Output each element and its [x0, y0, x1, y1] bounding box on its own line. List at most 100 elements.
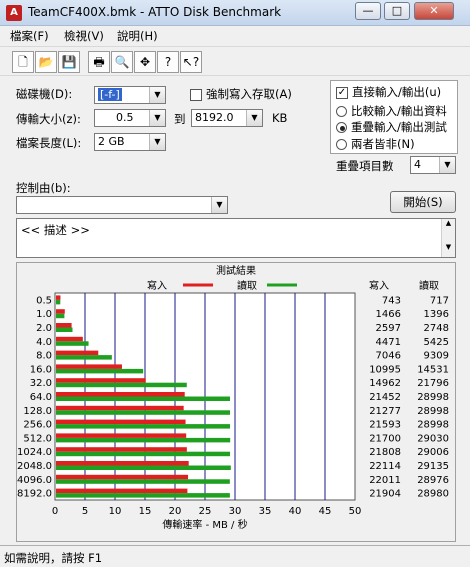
category-label: 2.0 — [36, 323, 52, 334]
io-radio-neither[interactable] — [336, 139, 347, 150]
results-chart: 測試結果寫入 讀取 寫入 讀取 0 5 10 15 20 25 30 35 40 45 50 傳輸速率 - M… — [17, 264, 449, 531]
transfer-to-label: 到 — [174, 112, 186, 126]
value-read: 28976 — [417, 475, 449, 486]
bar-write — [56, 378, 146, 383]
category-label: 64.0 — [30, 392, 52, 403]
chevron-down-icon: ▼ — [149, 110, 165, 126]
x-tick-label: 30 — [229, 506, 242, 517]
chevron-down-icon: ▼ — [439, 157, 455, 173]
drive-label: 磁碟機(D): — [16, 87, 73, 101]
move-icon[interactable]: ✥ — [134, 51, 156, 73]
value-write: 10995 — [369, 364, 401, 375]
io-radio-overlap[interactable] — [336, 122, 347, 133]
direct-io-checkbox[interactable]: ✓ — [336, 87, 348, 99]
minimize-button[interactable]: — — [355, 2, 381, 20]
bar-write — [56, 433, 187, 438]
value-read: 29135 — [417, 461, 449, 472]
print-preview-icon[interactable]: 🔍 — [111, 51, 133, 73]
x-tick-label: 40 — [289, 506, 302, 517]
value-read: 21796 — [417, 378, 449, 389]
value-write: 22114 — [369, 461, 401, 472]
bar-read — [56, 424, 230, 429]
x-tick-label: 50 — [349, 506, 362, 517]
menu-bar: 檔案(F) 檢視(V) 說明(H) — [0, 26, 470, 46]
bar-read — [56, 465, 231, 470]
value-read: 29006 — [417, 447, 449, 458]
value-write: 21452 — [369, 392, 401, 403]
bar-read — [56, 451, 231, 457]
description-scrollbar[interactable]: ▲ ▼ — [441, 219, 455, 257]
menu-help[interactable]: 說明(H) — [117, 28, 158, 44]
category-label: 2048.0 — [17, 461, 52, 472]
bar-write — [56, 419, 186, 425]
file-length-select[interactable]: 2 GB ▼ — [94, 133, 166, 151]
bar-read — [56, 299, 61, 305]
value-read: 28998 — [417, 392, 449, 403]
force-write-label: 強制寫入存取(A) — [206, 87, 292, 101]
menu-view[interactable]: 檢視(V) — [64, 28, 104, 44]
bar-read — [56, 355, 112, 360]
bar-read — [56, 493, 230, 498]
title-bar: A TeamCF400X.bmk - ATTO Disk Benchmark —… — [0, 0, 470, 26]
io-option-neither: 兩者皆非(N) — [351, 137, 415, 151]
value-write: 743 — [382, 295, 401, 306]
transfer-from-select[interactable]: 0.5 ▼ — [94, 109, 166, 127]
value-read: 14531 — [417, 364, 449, 375]
transfer-unit: KB — [272, 111, 288, 125]
x-axis-label: 傳輸速率 - MB / 秒 — [162, 518, 247, 531]
value-read: 28998 — [417, 406, 449, 417]
save-icon[interactable]: 💾 — [58, 51, 80, 73]
queue-depth-label: 重疊項目數 — [336, 159, 394, 173]
start-button[interactable]: 開始(S) — [390, 191, 456, 213]
window-title: TeamCF400X.bmk - ATTO Disk Benchmark — [28, 5, 282, 19]
x-tick-label: 20 — [169, 506, 182, 517]
bar-write — [56, 405, 184, 411]
io-radio-compare[interactable] — [336, 106, 347, 117]
transfer-from-value: 0.5 — [116, 111, 134, 124]
transfer-to-select[interactable]: 8192.0 ▼ — [191, 109, 263, 127]
x-tick-label: 25 — [199, 506, 212, 517]
bar-write — [56, 350, 99, 356]
x-tick-label: 15 — [139, 506, 152, 517]
bar-write — [56, 295, 61, 300]
description-box[interactable]: << 描述 >> ▲ ▼ — [16, 218, 456, 258]
category-label: 256.0 — [23, 420, 52, 431]
queue-depth-select[interactable]: 4 ▼ — [410, 156, 456, 174]
context-help-icon[interactable]: ↖? — [180, 51, 202, 73]
close-button[interactable]: ✕ — [414, 2, 454, 20]
new-file-icon[interactable]: 🗋 — [12, 51, 34, 73]
status-bar: 如需說明，請按 F1 — [0, 545, 470, 567]
drive-select[interactable]: [-f-] ▼ — [94, 86, 166, 104]
category-label: 4096.0 — [17, 475, 52, 486]
bar-write — [56, 323, 72, 328]
io-option-overlap: 重疊輸入/輸出測試 — [351, 120, 447, 134]
value-write: 21808 — [369, 447, 401, 458]
value-read: 9309 — [424, 351, 449, 362]
help-icon[interactable]: ? — [157, 51, 179, 73]
toolbar: 🗋 📂 💾 🖶 🔍 ✥ ? ↖? — [0, 46, 470, 76]
print-icon[interactable]: 🖶 — [88, 51, 110, 73]
bar-read — [56, 368, 144, 374]
bar-write — [56, 488, 188, 494]
open-folder-icon[interactable]: 📂 — [35, 51, 57, 73]
x-tick-label: 45 — [319, 506, 332, 517]
control-label: 控制由(b): — [16, 181, 71, 195]
category-label: 32.0 — [30, 378, 52, 389]
category-label: 16.0 — [30, 364, 52, 375]
maximize-button[interactable]: □ — [384, 2, 410, 20]
bar-write — [56, 474, 189, 480]
value-read: 5425 — [424, 337, 449, 348]
control-select[interactable]: ▼ — [16, 196, 228, 214]
menu-file[interactable]: 檔案(F) — [10, 28, 49, 44]
chart-title: 測試結果 — [216, 264, 256, 277]
chevron-down-icon: ▼ — [149, 87, 165, 103]
transfer-to-value: 8192.0 — [195, 111, 234, 124]
bar-write — [56, 447, 187, 452]
bar-read — [56, 479, 230, 484]
value-write: 2597 — [376, 323, 401, 334]
category-label: 4.0 — [36, 337, 52, 348]
force-write-checkbox[interactable] — [190, 89, 202, 101]
bar-read — [56, 341, 89, 346]
value-write: 1466 — [376, 309, 401, 320]
drive-value: [-f-] — [98, 88, 122, 101]
